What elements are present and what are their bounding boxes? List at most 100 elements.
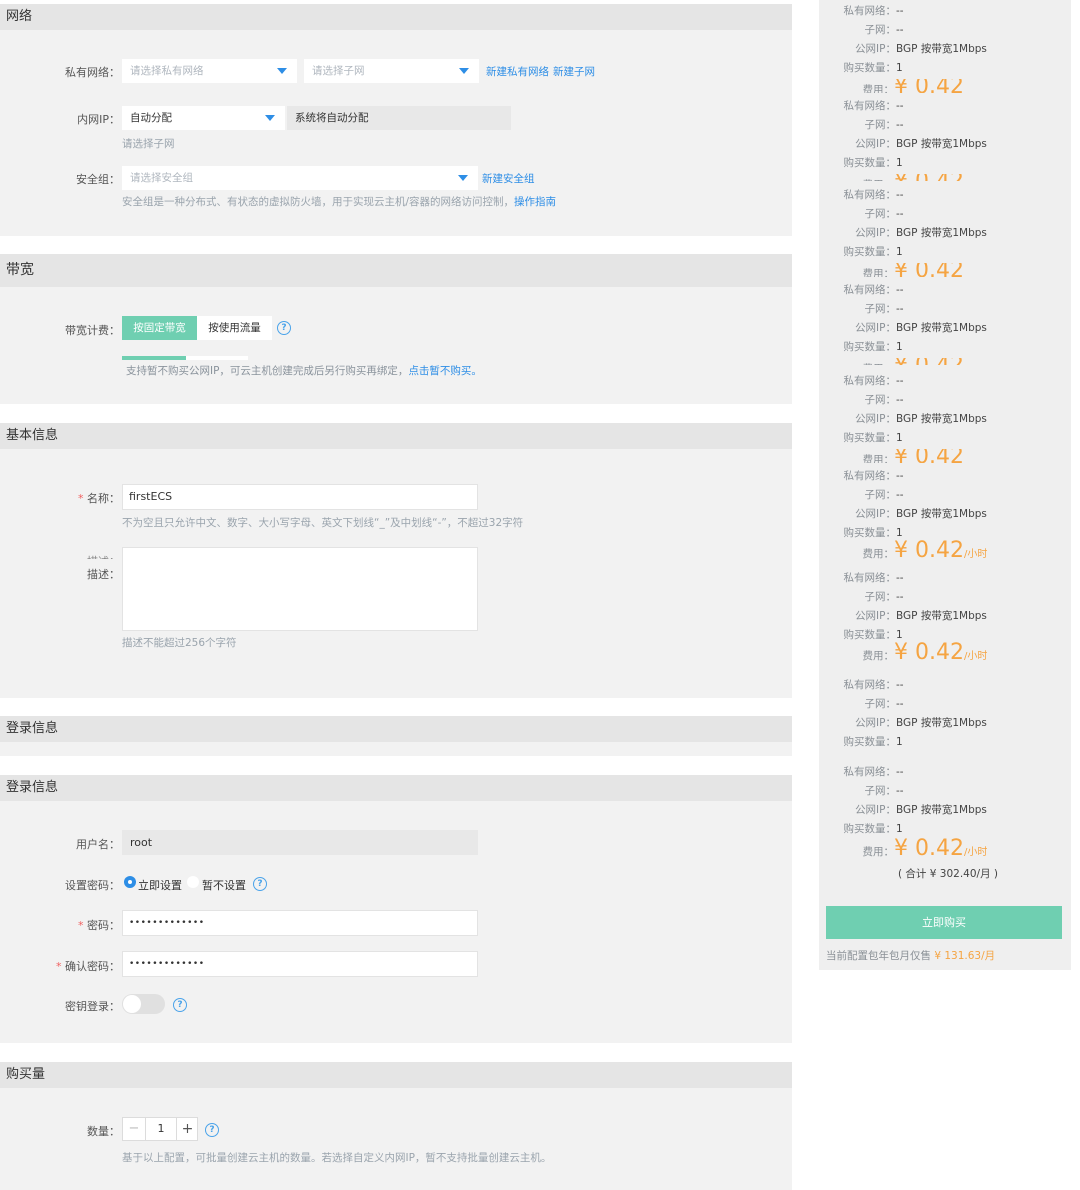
summary-key: 私有网络： [843,470,897,482]
basic-info-section-title: 基本信息 [0,423,792,449]
private-ip-select[interactable]: 自动分配 [122,106,285,130]
price-value: ¥ 0.42 [894,449,964,463]
security-group-placeholder: 请选择安全组 [130,172,193,184]
summary-row: 购买数量：1 [819,821,903,836]
username-label: 用户名： [76,838,120,851]
summary-row: 公网IP：BGP 按带宽1Mbps [819,802,987,817]
subnet-select[interactable]: 请选择子网 [304,59,479,83]
summary-key: 私有网络： [843,100,897,112]
summary-value: BGP 按带宽1Mbps [896,322,987,334]
help-icon[interactable]: ? [205,1123,219,1137]
price-value: ¥ 0.42 [894,640,964,665]
summary-value: BGP 按带宽1Mbps [896,413,987,425]
summary-row: 购买数量：1 [819,60,903,75]
summary-value: 1 [896,341,903,353]
summary-value: -- [896,284,904,296]
summary-key: 公网IP： [855,227,896,239]
bandwidth-billing-label: 带宽计费： [65,324,120,337]
summary-fee-row: 费用：¥ 0.42/小时 [819,640,988,665]
summary-row: 子网：-- [819,117,904,132]
summary-value: -- [896,679,904,691]
description-textarea[interactable] [122,547,478,631]
password-input[interactable]: ••••••••••••• [122,910,478,936]
summary-key: 私有网络： [843,375,897,387]
help-icon[interactable]: ? [253,877,267,891]
summary-value: 1 [896,823,903,835]
security-group-help: 安全组是一种分布式、有状态的虚拟防火墙，用于实现云主机/容器的网络访问控制，操作… [122,194,556,209]
key-login-toggle[interactable] [122,994,165,1014]
quantity-help: 基于以上配置，可批量创建云主机的数量。若选择自定义内网IP，暂不支持批量创建云主… [122,1152,552,1164]
traffic-billing-option[interactable]: 按使用流量 [197,316,272,340]
password-now-radio[interactable] [124,876,136,888]
bandwidth-help: 支持暂不购买公网IP，可云主机创建完成后另行购买再绑定，点击暂不购买。 [126,363,482,378]
confirm-password-input[interactable]: ••••••••••••• [122,951,478,977]
security-group-help-text: 安全组是一种分布式、有状态的虚拟防火墙，用于实现云主机/容器的网络访问控制， [122,196,515,208]
bandwidth-section-title: 带宽 [0,254,792,287]
buy-now-button[interactable]: 立即购买 [826,906,1062,939]
summary-key: 公网IP： [855,508,896,520]
summary-row: 公网IP：BGP 按带宽1Mbps [819,608,987,623]
help-icon[interactable]: ? [277,321,291,335]
summary-row: 公网IP：BGP 按带宽1Mbps [819,41,987,56]
summary-row: 公网IP：BGP 按带宽1Mbps [819,411,987,426]
vpc-select[interactable]: 请选择私有网络 [122,59,297,83]
summary-row: 私有网络：-- [819,570,904,585]
summary-value: -- [896,785,904,797]
summary-key: 公网IP： [855,717,896,729]
name-input[interactable]: firstECS [122,484,478,510]
price-value: ¥ 0.42 [894,174,964,181]
skip-public-ip-link[interactable]: 点击暂不购买。 [408,365,482,377]
password-label-text: 密码： [87,919,120,932]
summary-fee-row: 费用：¥ 0.42 [819,79,964,93]
security-group-select[interactable]: 请选择安全组 [122,166,478,190]
summary-row: 公网IP：BGP 按带宽1Mbps [819,136,987,151]
summary-value: 1 [896,157,903,169]
fixed-bandwidth-option[interactable]: 按固定带宽 [122,316,197,340]
summary-key: 公网IP： [855,43,896,55]
new-vpc-link[interactable]: 新建私有网络 [486,64,549,79]
price-value: ¥ 0.42 [894,538,964,563]
summary-value: -- [896,375,904,387]
name-label-text: 名称： [87,492,120,505]
name-label: * 名称： [40,490,120,506]
password-now-label[interactable]: 立即设置 [138,877,182,893]
fee-label: 费用： [819,361,895,365]
summary-row: 私有网络：-- [819,373,904,388]
summary-row: 私有网络：-- [819,187,904,202]
summary-key: 子网： [864,303,897,315]
price-unit: /小时 [963,847,988,858]
summary-value: -- [896,394,904,406]
password-later-label[interactable]: 暂不设置 [202,877,246,893]
help-icon[interactable]: ? [173,998,187,1012]
fee-label: 费用： [862,84,895,93]
annual-note-text: 当前配置包年包月仅售 [826,950,931,962]
summary-value: -- [896,189,904,201]
summary-fee-row: 费用：¥ 0.42 [819,449,964,463]
fee-row: 费用：¥ 0.42/小时 [819,836,988,861]
summary-row: 私有网络：-- [819,3,904,18]
summary-key: 子网： [864,785,897,797]
summary-fee-row: 费用：¥ 0.42/小时 [819,538,988,563]
quantity-value[interactable]: 1 [146,1118,176,1140]
fee-label: 费用： [862,268,895,277]
operation-guide-link[interactable]: 操作指南 [514,196,556,208]
password-later-radio[interactable] [187,876,199,888]
quantity-decrement-button[interactable]: − [123,1118,146,1140]
summary-key: 公网IP： [855,610,896,622]
quantity-increment-button[interactable]: + [176,1118,198,1140]
purchase-section-title: 购买量 [0,1062,792,1088]
summary-fee-row: 费用：¥ 0.42 [819,174,964,181]
summary-fee-clipped: 费用：¥ 0.42 [819,263,1019,277]
summary-row: 购买数量：1 [819,734,903,749]
price-value: ¥ 0.42 [894,79,964,93]
chevron-down-icon [277,68,287,74]
new-subnet-link[interactable]: 新建子网 [553,64,595,79]
fee-label: 费用： [862,454,895,463]
summary-fee-clipped: 费用：¥ 0.42 [819,449,1019,463]
summary-value: BGP 按带宽1Mbps [896,717,987,729]
summary-row: 公网IP：BGP 按带宽1Mbps [819,715,987,730]
new-security-group-link[interactable]: 新建安全组 [482,171,535,186]
summary-value: 1 [896,736,903,748]
summary-row: 子网：-- [819,783,904,798]
summary-row: 子网：-- [819,487,904,502]
